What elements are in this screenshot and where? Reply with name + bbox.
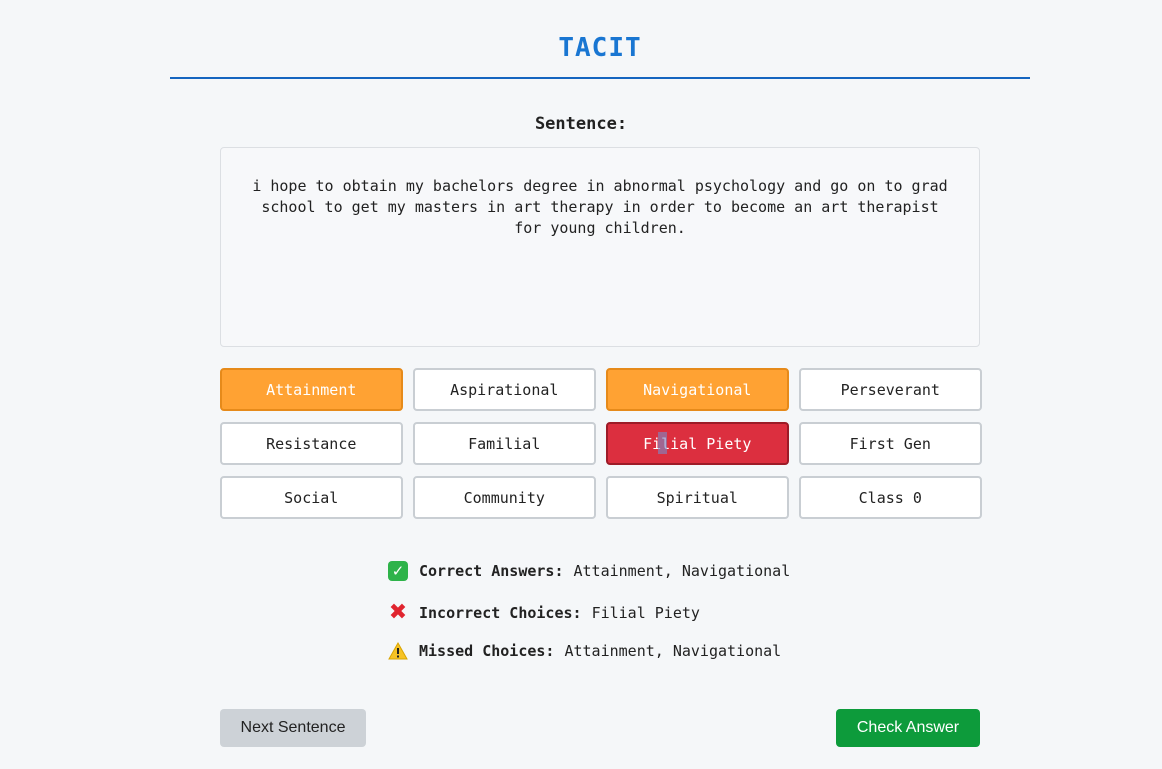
option-filial-piety[interactable]: Filial Piety xyxy=(606,422,789,465)
incorrect-choices-label: Incorrect Choices: xyxy=(419,604,582,622)
option-navigational[interactable]: Navigational xyxy=(606,368,789,411)
option-grid: Attainment Aspirational Navigational Per… xyxy=(220,368,982,519)
option-class-0[interactable]: Class 0 xyxy=(799,476,982,519)
option-familial[interactable]: Familial xyxy=(413,422,596,465)
cross-mark-icon: ✖ xyxy=(388,600,408,625)
option-first-gen[interactable]: First Gen xyxy=(799,422,982,465)
app-root: TACIT Sentence: i hope to obtain my bach… xyxy=(0,0,1162,769)
option-attainment[interactable]: Attainment xyxy=(220,368,403,411)
sentence-label: Sentence: xyxy=(534,114,628,134)
correct-answers-label: Correct Answers: xyxy=(419,562,564,580)
option-spiritual[interactable]: Spiritual xyxy=(606,476,789,519)
text-cursor xyxy=(658,432,667,454)
option-aspirational[interactable]: Aspirational xyxy=(413,368,596,411)
missed-choices-value: Attainment, Navigational xyxy=(564,642,782,660)
correct-answers-line: ✓ Correct Answers: Attainment, Navigatio… xyxy=(387,560,790,582)
app-title: TACIT xyxy=(558,33,642,63)
missed-choices-label: Missed Choices: xyxy=(419,642,555,660)
header: TACIT xyxy=(170,26,1030,79)
sentence-text: i hope to obtain my bachelors degree in … xyxy=(220,147,980,347)
correct-answers-value: Attainment, Navigational xyxy=(573,562,791,580)
incorrect-choices-line: ✖ Incorrect Choices: Filial Piety xyxy=(387,602,700,624)
option-perseverant[interactable]: Perseverant xyxy=(799,368,982,411)
warning-icon xyxy=(387,640,409,662)
option-resistance[interactable]: Resistance xyxy=(220,422,403,465)
check-mark-icon: ✓ xyxy=(387,560,409,582)
next-sentence-button[interactable]: Next Sentence xyxy=(220,709,366,747)
missed-choices-line: Missed Choices: Attainment, Navigational xyxy=(387,640,781,662)
incorrect-choices-value: Filial Piety xyxy=(591,604,700,622)
option-social[interactable]: Social xyxy=(220,476,403,519)
option-community[interactable]: Community xyxy=(413,476,596,519)
check-answer-button[interactable]: Check Answer xyxy=(836,709,980,747)
